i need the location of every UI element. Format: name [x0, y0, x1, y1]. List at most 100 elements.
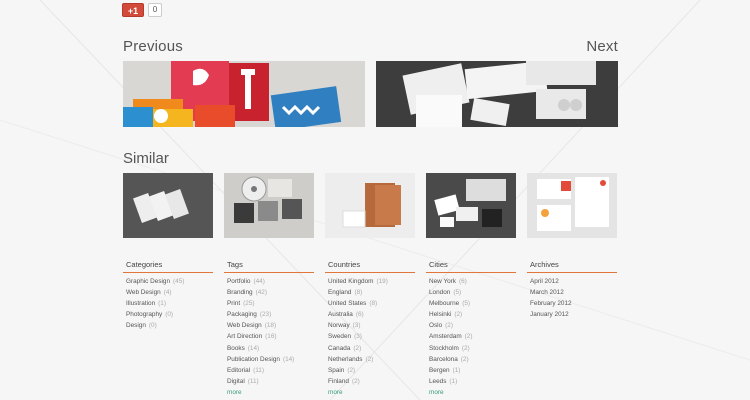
list-item-label[interactable]: Illustration [126, 300, 155, 307]
similar-thumb-2[interactable] [224, 173, 314, 238]
list-item-label[interactable]: Barcelona [429, 356, 458, 363]
list-item-label[interactable]: Web Design [227, 322, 262, 329]
list-item[interactable]: New York (6) [426, 276, 516, 287]
similar-thumb-5[interactable] [527, 173, 617, 238]
list-item[interactable]: Design (0) [123, 320, 213, 331]
list-item-label[interactable]: Helsinki [429, 311, 451, 318]
list-item[interactable]: Print (25) [224, 298, 314, 309]
list-item[interactable]: Amsterdam (2) [426, 331, 516, 342]
list-item-label[interactable]: New York [429, 278, 456, 285]
list-item[interactable]: April 2012 [527, 276, 617, 287]
list-item-label[interactable]: January 2012 [530, 311, 569, 318]
list-item[interactable]: Bergen (1) [426, 365, 516, 376]
list-item[interactable]: Helsinki (2) [426, 309, 516, 320]
countries-more-link[interactable]: more [325, 387, 415, 398]
list-item-label[interactable]: Web Design [126, 289, 161, 296]
list-item-count: (2) [460, 355, 469, 363]
archives-heading: Archives [527, 260, 617, 273]
next-project-image[interactable] [376, 61, 618, 127]
list-item[interactable]: United Kingdom (19) [325, 276, 415, 287]
previous-link[interactable]: Previous [123, 38, 183, 55]
list-item-label[interactable]: United States [328, 300, 366, 307]
list-item-label[interactable]: Leeds [429, 378, 446, 385]
countries-column: Countries United Kingdom (19) England (8) Un… [325, 260, 415, 398]
list-item-label[interactable]: April 2012 [530, 278, 559, 285]
list-item-label[interactable]: March 2012 [530, 289, 564, 296]
list-item-label[interactable]: Graphic Design [126, 278, 170, 285]
list-item[interactable]: Norway (3) [325, 320, 415, 331]
list-item-label[interactable]: Melbourne [429, 300, 459, 307]
list-item[interactable]: Finland (2) [325, 376, 415, 387]
list-item[interactable]: United States (8) [325, 298, 415, 309]
list-item[interactable]: Photography (0) [123, 309, 213, 320]
list-item-count: (18) [264, 322, 277, 330]
list-item-label[interactable]: London [429, 289, 450, 296]
list-item-label[interactable]: Photography [126, 311, 162, 318]
list-item[interactable]: Portfolio (44) [224, 276, 314, 287]
list-item-label[interactable]: Canada [328, 345, 350, 352]
list-item-label[interactable]: Finland [328, 378, 349, 385]
tags-more-link[interactable]: more [224, 387, 314, 398]
list-item[interactable]: Books (14) [224, 343, 314, 354]
list-item[interactable]: Art Direction (16) [224, 331, 314, 342]
list-item-label[interactable]: Digital [227, 378, 245, 385]
list-item-label[interactable]: Packaging [227, 311, 257, 318]
list-item[interactable]: Netherlands (2) [325, 354, 415, 365]
gplus-button[interactable]: +1 [122, 3, 144, 17]
list-item[interactable]: Branding (42) [224, 287, 314, 298]
list-item[interactable]: Web Design (4) [123, 287, 213, 298]
list-item-label[interactable]: Netherlands [328, 356, 362, 363]
list-item[interactable]: February 2012 [527, 298, 617, 309]
list-item-label[interactable]: Publication Design [227, 356, 280, 363]
list-item-label[interactable]: Art Direction [227, 333, 262, 340]
list-item[interactable]: Oslo (2) [426, 320, 516, 331]
similar-thumb-3[interactable] [325, 173, 415, 238]
list-item[interactable]: Publication Design (14) [224, 354, 314, 365]
list-item[interactable]: January 2012 [527, 309, 617, 320]
list-item[interactable]: Canada (2) [325, 343, 415, 354]
list-item[interactable]: Leeds (1) [426, 376, 516, 387]
cities-more-link[interactable]: more [426, 387, 516, 398]
list-item-label[interactable]: Spain [328, 367, 344, 374]
similar-thumb-4[interactable] [426, 173, 516, 238]
list-item-label[interactable]: Portfolio [227, 278, 250, 285]
next-link[interactable]: Next [586, 38, 618, 55]
list-item-label[interactable]: Print [227, 300, 240, 307]
list-item[interactable]: Barcelona (2) [426, 354, 516, 365]
list-item[interactable]: March 2012 [527, 287, 617, 298]
list-item[interactable]: Web Design (18) [224, 320, 314, 331]
list-item-label[interactable]: United Kingdom [328, 278, 373, 285]
list-item-count: (2) [445, 322, 453, 330]
list-item-label[interactable]: Amsterdam [429, 333, 462, 340]
previous-project-image[interactable] [123, 61, 365, 127]
list-item-label[interactable]: Design [126, 322, 146, 329]
list-item-label[interactable]: Books [227, 345, 245, 352]
list-item-label[interactable]: February 2012 [530, 300, 572, 307]
list-item-label[interactable]: Norway [328, 322, 350, 329]
list-item-label[interactable]: Sweden [328, 333, 351, 340]
list-item-label[interactable]: Branding [227, 289, 253, 296]
list-item[interactable]: Sweden (3) [325, 331, 415, 342]
list-item[interactable]: England (8) [325, 287, 415, 298]
list-item-label[interactable]: Oslo [429, 322, 442, 329]
list-item[interactable]: London (5) [426, 287, 516, 298]
list-item[interactable]: Editorial (11) [224, 365, 314, 376]
list-item-label[interactable]: Stockholm [429, 345, 459, 352]
list-item[interactable]: Graphic Design (45) [123, 276, 213, 287]
list-item-label[interactable]: Bergen [429, 367, 450, 374]
list-item-count: (2) [365, 355, 374, 363]
list-item[interactable]: Packaging (23) [224, 309, 314, 320]
list-item[interactable]: Australia (6) [325, 309, 415, 320]
list-item[interactable]: Stockholm (2) [426, 343, 516, 354]
list-item[interactable]: Spain (2) [325, 365, 415, 376]
list-item-label[interactable]: Editorial [227, 367, 250, 374]
list-item-label[interactable]: Australia [328, 311, 353, 318]
list-item-count: (6) [355, 311, 364, 319]
similar-thumb-1[interactable] [123, 173, 213, 238]
list-item[interactable]: Melbourne (5) [426, 298, 516, 309]
list-item-count: (3) [352, 322, 361, 330]
list-item-count: (2) [464, 333, 473, 341]
list-item[interactable]: Digital (11) [224, 376, 314, 387]
list-item[interactable]: Illustration (1) [123, 298, 213, 309]
list-item-label[interactable]: England [328, 289, 351, 296]
